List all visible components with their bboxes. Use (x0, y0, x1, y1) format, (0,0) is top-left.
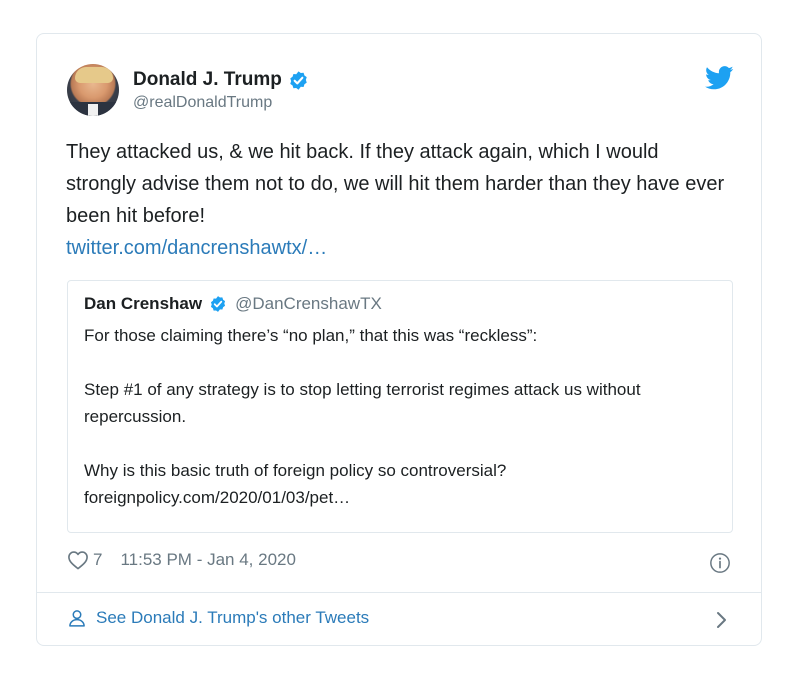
other-tweets-label[interactable]: See Donald J. Trump's other Tweets (96, 608, 369, 628)
quoted-paragraph-3: Why is this basic truth of foreign polic… (84, 461, 507, 507)
author-name-line: Donald J. Trump (133, 69, 309, 91)
heart-icon[interactable] (67, 550, 89, 570)
author-handle[interactable]: @realDonaldTrump (133, 94, 309, 112)
footer-divider (37, 592, 761, 593)
tweet-link[interactable]: twitter.com/dancrenshawtx/… (66, 232, 726, 264)
quoted-tweet-body: For those claiming there’s “no plan,” th… (84, 322, 714, 511)
quoted-tweet-header: Dan Crenshaw @DanCrenshawTX (84, 294, 382, 314)
embedded-tweet-card[interactable]: Donald J. Trump @realDonaldTrump They at… (36, 33, 762, 646)
tweet-text: They attacked us, & we hit back. If they… (66, 141, 725, 227)
tweet-timestamp[interactable]: 11:53 PM - Jan 4, 2020 (120, 550, 295, 570)
chevron-right-icon[interactable] (715, 610, 729, 630)
like-count[interactable]: 7 (93, 550, 102, 570)
tweet-body: They attacked us, & we hit back. If they… (66, 136, 726, 264)
verified-badge-icon (211, 296, 226, 312)
info-icon[interactable] (709, 552, 731, 574)
quoted-paragraph-2: Step #1 of any strategy is to stop letti… (84, 380, 641, 426)
person-icon (69, 610, 85, 627)
avatar-hair (75, 67, 113, 83)
quoted-author-name[interactable]: Dan Crenshaw (84, 294, 202, 314)
verified-badge-icon (290, 70, 307, 90)
other-tweets-link[interactable]: See Donald J. Trump's other Tweets (67, 608, 369, 628)
quoted-paragraph-1: For those claiming there’s “no plan,” th… (84, 326, 538, 345)
author-display-name[interactable]: Donald J. Trump (133, 69, 282, 91)
author-avatar[interactable] (67, 64, 119, 116)
quoted-author-handle[interactable]: @DanCrenshawTX (235, 294, 382, 314)
quoted-tweet[interactable]: Dan Crenshaw @DanCrenshawTX For those cl… (67, 280, 733, 533)
avatar-collar (88, 104, 98, 116)
tweet-meta: 7 11:53 PM - Jan 4, 2020 (67, 550, 296, 570)
author-info: Donald J. Trump @realDonaldTrump (133, 69, 309, 112)
twitter-bird-icon[interactable] (705, 66, 734, 90)
